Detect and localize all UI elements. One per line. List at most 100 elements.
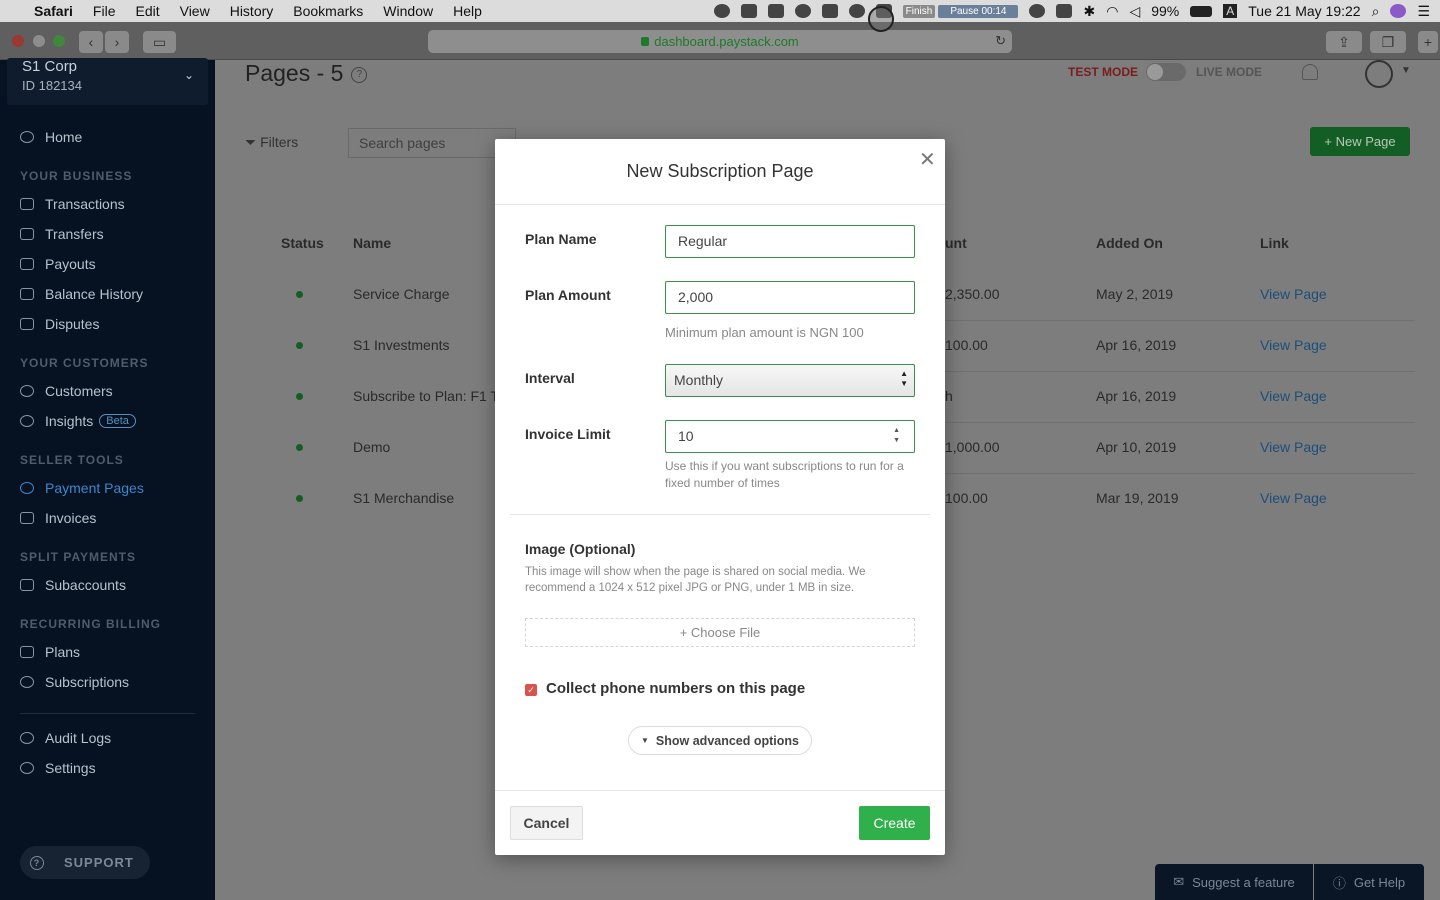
bell-icon[interactable] (1302, 64, 1318, 80)
sidebar-item-balance-history[interactable]: Balance History (20, 286, 143, 302)
close-window-icon[interactable] (12, 35, 24, 47)
sidebar-item-customers[interactable]: Customers (20, 383, 113, 399)
advanced-label: Show advanced options (655, 733, 799, 748)
sidebar-item-payment-pages[interactable]: Payment Pages (20, 480, 144, 496)
search-input[interactable]: Search pages (348, 128, 516, 158)
menu-bookmarks[interactable]: Bookmarks (293, 3, 363, 19)
sidebar-item-transactions[interactable]: Transactions (20, 196, 125, 212)
forward-button[interactable]: › (105, 31, 129, 53)
sidebar-item-label: Invoices (45, 510, 97, 526)
filters-button[interactable]: ⏷ Filters (245, 134, 298, 151)
invoice-limit-input[interactable]: 10 ▲ ▼ (665, 420, 915, 453)
spotlight-icon[interactable]: ⌕ (1372, 3, 1380, 20)
minimize-window-icon[interactable] (33, 35, 45, 47)
cloud-icon[interactable] (740, 4, 757, 18)
filters-label: Filters (260, 134, 299, 150)
vlc-icon[interactable] (767, 4, 784, 18)
menu-view[interactable]: View (180, 3, 210, 19)
sidebar-item-label: Transfers (45, 226, 104, 242)
sidebar-toggle-button[interactable]: ▭ (143, 31, 176, 53)
wifi-icon[interactable]: ◠ (1106, 3, 1118, 20)
column-header-link[interactable]: Link (1260, 235, 1289, 251)
volume-icon[interactable]: ◁ (1129, 3, 1140, 20)
row-name: S1 Merchandise (353, 490, 455, 506)
interval-select[interactable]: Monthly ▲ ▼ (665, 364, 915, 397)
skype-icon[interactable] (713, 4, 730, 18)
number-stepper-icon[interactable]: ▲ ▼ (893, 426, 900, 446)
collect-phone-checkbox[interactable]: ✓ (525, 684, 537, 696)
bluetooth-icon[interactable]: ✱ (1083, 3, 1095, 20)
get-help-button[interactable]: ⓘ Get Help (1314, 864, 1424, 900)
sidebar-item-transfers[interactable]: Transfers (20, 226, 104, 242)
column-header-status[interactable]: Status (281, 235, 324, 251)
clock[interactable]: Tue 21 May 19:22 (1248, 3, 1360, 19)
sidebar-item-audit-logs[interactable]: Audit Logs (20, 730, 111, 746)
battery-icon[interactable] (1190, 5, 1213, 17)
recorder-finish-button[interactable]: Finish (902, 4, 936, 18)
menu-app-safari[interactable]: Safari (34, 3, 73, 19)
dropbox-icon[interactable] (821, 4, 838, 18)
creative-cloud-icon[interactable] (794, 4, 811, 18)
siri-icon[interactable] (1390, 4, 1407, 18)
recorder-pause-button[interactable]: Pause 00:14 (938, 4, 1019, 18)
column-header-amount[interactable]: unt (945, 235, 967, 251)
view-page-link[interactable]: View Page (1260, 439, 1327, 455)
mode-toggle[interactable] (1146, 63, 1186, 81)
business-switcher[interactable]: S1 Corp ID 182134 ⌄ (7, 58, 208, 105)
plan-amount-input[interactable]: 2,000 (665, 281, 915, 314)
status-dot (296, 342, 303, 349)
help-icon: ⓘ (1332, 875, 1346, 891)
tabs-overview-button[interactable]: ❐ (1370, 31, 1406, 53)
reload-icon[interactable]: ↻ (995, 33, 1006, 49)
menu-history[interactable]: History (230, 3, 274, 19)
icloud-icon[interactable] (1029, 4, 1046, 18)
notification-center-icon[interactable]: ☰ (1417, 3, 1430, 20)
section-recurring-billing: RECURRING BILLING (20, 617, 161, 631)
sidebar-item-subscriptions[interactable]: Subscriptions (20, 674, 129, 690)
menu-help[interactable]: Help (453, 3, 482, 19)
gear-icon (20, 482, 34, 494)
view-page-link[interactable]: View Page (1260, 286, 1327, 302)
zoom-window-icon[interactable] (53, 35, 65, 47)
collect-phone-label[interactable]: Collect phone numbers on this page (546, 680, 805, 697)
sidebar-item-invoices[interactable]: Invoices (20, 510, 96, 526)
sidebar-item-disputes[interactable]: Disputes (20, 316, 99, 332)
input-source[interactable]: A (1223, 4, 1238, 18)
caret-down-icon[interactable]: ▼ (1401, 65, 1411, 76)
suggest-feature-button[interactable]: ✉ Suggest a feature (1155, 864, 1313, 900)
menu-edit[interactable]: Edit (135, 3, 159, 19)
sidebar-item-insights[interactable]: Insights Beta (20, 413, 136, 429)
share-button[interactable]: ⇪ (1326, 31, 1362, 53)
support-button[interactable]: ? SUPPORT (20, 846, 150, 879)
help-icon[interactable]: ? (351, 66, 368, 83)
column-header-name[interactable]: Name (353, 235, 391, 251)
address-bar[interactable]: dashboard.paystack.com ↻ (428, 30, 1012, 53)
close-icon[interactable]: ✕ (919, 147, 936, 172)
invoice-limit-help: Use this if you want subscriptions to ru… (665, 459, 904, 490)
backup-cloud-icon[interactable] (848, 4, 865, 18)
choose-file-button[interactable]: + Choose File (525, 618, 915, 647)
create-button[interactable]: Create (859, 806, 930, 840)
sidebar-item-subaccounts[interactable]: Subaccounts (20, 577, 126, 593)
menu-window[interactable]: Window (383, 3, 433, 19)
view-page-link[interactable]: View Page (1260, 388, 1327, 404)
column-header-added-on[interactable]: Added On (1096, 235, 1163, 251)
plan-amount-help: Minimum plan amount is NGN 100 (665, 325, 864, 340)
battery-percent[interactable]: 99% (1151, 3, 1179, 19)
avatar[interactable] (1365, 60, 1393, 88)
sidebar-item-home[interactable]: Home (20, 129, 82, 145)
view-page-link[interactable]: View Page (1260, 490, 1327, 506)
show-advanced-options-button[interactable]: ▼ Show advanced options (628, 726, 812, 755)
new-page-button[interactable]: + New Page (1310, 127, 1410, 156)
new-tab-button[interactable]: + (1418, 31, 1438, 53)
back-button[interactable]: ‹ (79, 31, 103, 53)
plan-name-input[interactable]: Regular (665, 225, 915, 258)
view-page-link[interactable]: View Page (1260, 337, 1327, 353)
sidebar-item-settings[interactable]: Settings (20, 760, 96, 776)
cancel-button[interactable]: Cancel (510, 806, 583, 840)
eye-icon (20, 732, 34, 744)
malwarebytes-icon[interactable] (1056, 4, 1073, 18)
sidebar-item-plans[interactable]: Plans (20, 644, 80, 660)
menu-file[interactable]: File (93, 3, 116, 19)
sidebar-item-payouts[interactable]: Payouts (20, 256, 96, 272)
